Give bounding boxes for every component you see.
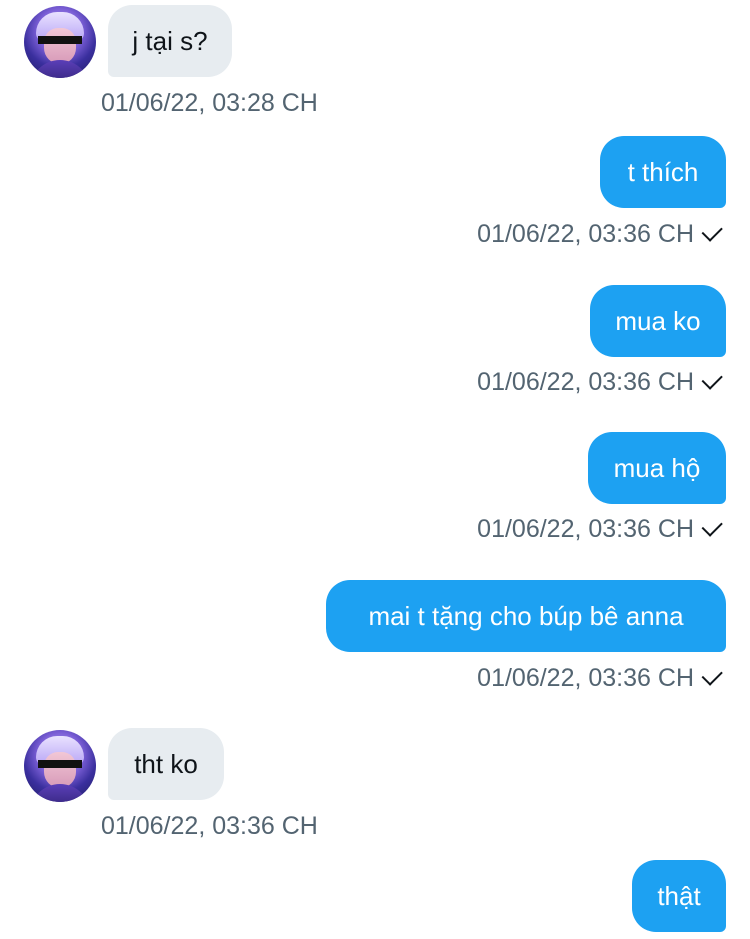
- timestamp-text: 01/06/22, 03:36 CH: [477, 663, 694, 692]
- message-timestamp: 01/06/22, 03:36 CH: [101, 811, 318, 841]
- message-bubble-incoming[interactable]: j tại s?: [108, 5, 232, 77]
- message-text: mai t tặng cho búp bê anna: [368, 600, 684, 631]
- timestamp-text: 01/06/22, 03:28 CH: [101, 88, 318, 117]
- message-bubble-outgoing[interactable]: thật: [632, 860, 726, 932]
- message-text: j tại s?: [132, 25, 208, 56]
- timestamp-text: 01/06/22, 03:36 CH: [477, 514, 694, 543]
- message-bubble-outgoing[interactable]: mua hộ: [588, 432, 726, 504]
- message-timestamp: 01/06/22, 03:36 CH: [477, 219, 724, 249]
- checkmark-icon: [701, 515, 723, 537]
- message-text: thật: [657, 880, 701, 911]
- message-text: tht ko: [134, 748, 198, 779]
- message-timestamp: 01/06/22, 03:28 CH: [101, 88, 318, 118]
- sender-avatar[interactable]: [24, 730, 96, 802]
- message-timestamp: 01/06/22, 03:36 CH: [477, 663, 724, 693]
- message-bubble-incoming[interactable]: tht ko: [108, 728, 224, 800]
- checkmark-icon: [701, 220, 723, 242]
- timestamp-text: 01/06/22, 03:36 CH: [101, 811, 318, 840]
- message-timestamp: 01/06/22, 03:36 CH: [477, 514, 724, 544]
- checkmark-icon: [701, 368, 723, 390]
- message-text: mua ko: [615, 305, 701, 336]
- sender-avatar[interactable]: [24, 6, 96, 78]
- message-bubble-outgoing[interactable]: t thích: [600, 136, 726, 208]
- conversation-thread: j tại s? 01/06/22, 03:28 CH t thích 01/0…: [0, 0, 750, 939]
- message-text: mua hộ: [613, 452, 701, 483]
- message-bubble-outgoing[interactable]: mai t tặng cho búp bê anna: [326, 580, 726, 652]
- message-timestamp: 01/06/22, 03:36 CH: [477, 367, 724, 397]
- timestamp-text: 01/06/22, 03:36 CH: [477, 367, 694, 396]
- message-bubble-outgoing[interactable]: mua ko: [590, 285, 726, 357]
- message-text: t thích: [627, 156, 699, 187]
- checkmark-icon: [701, 664, 723, 686]
- timestamp-text: 01/06/22, 03:36 CH: [477, 219, 694, 248]
